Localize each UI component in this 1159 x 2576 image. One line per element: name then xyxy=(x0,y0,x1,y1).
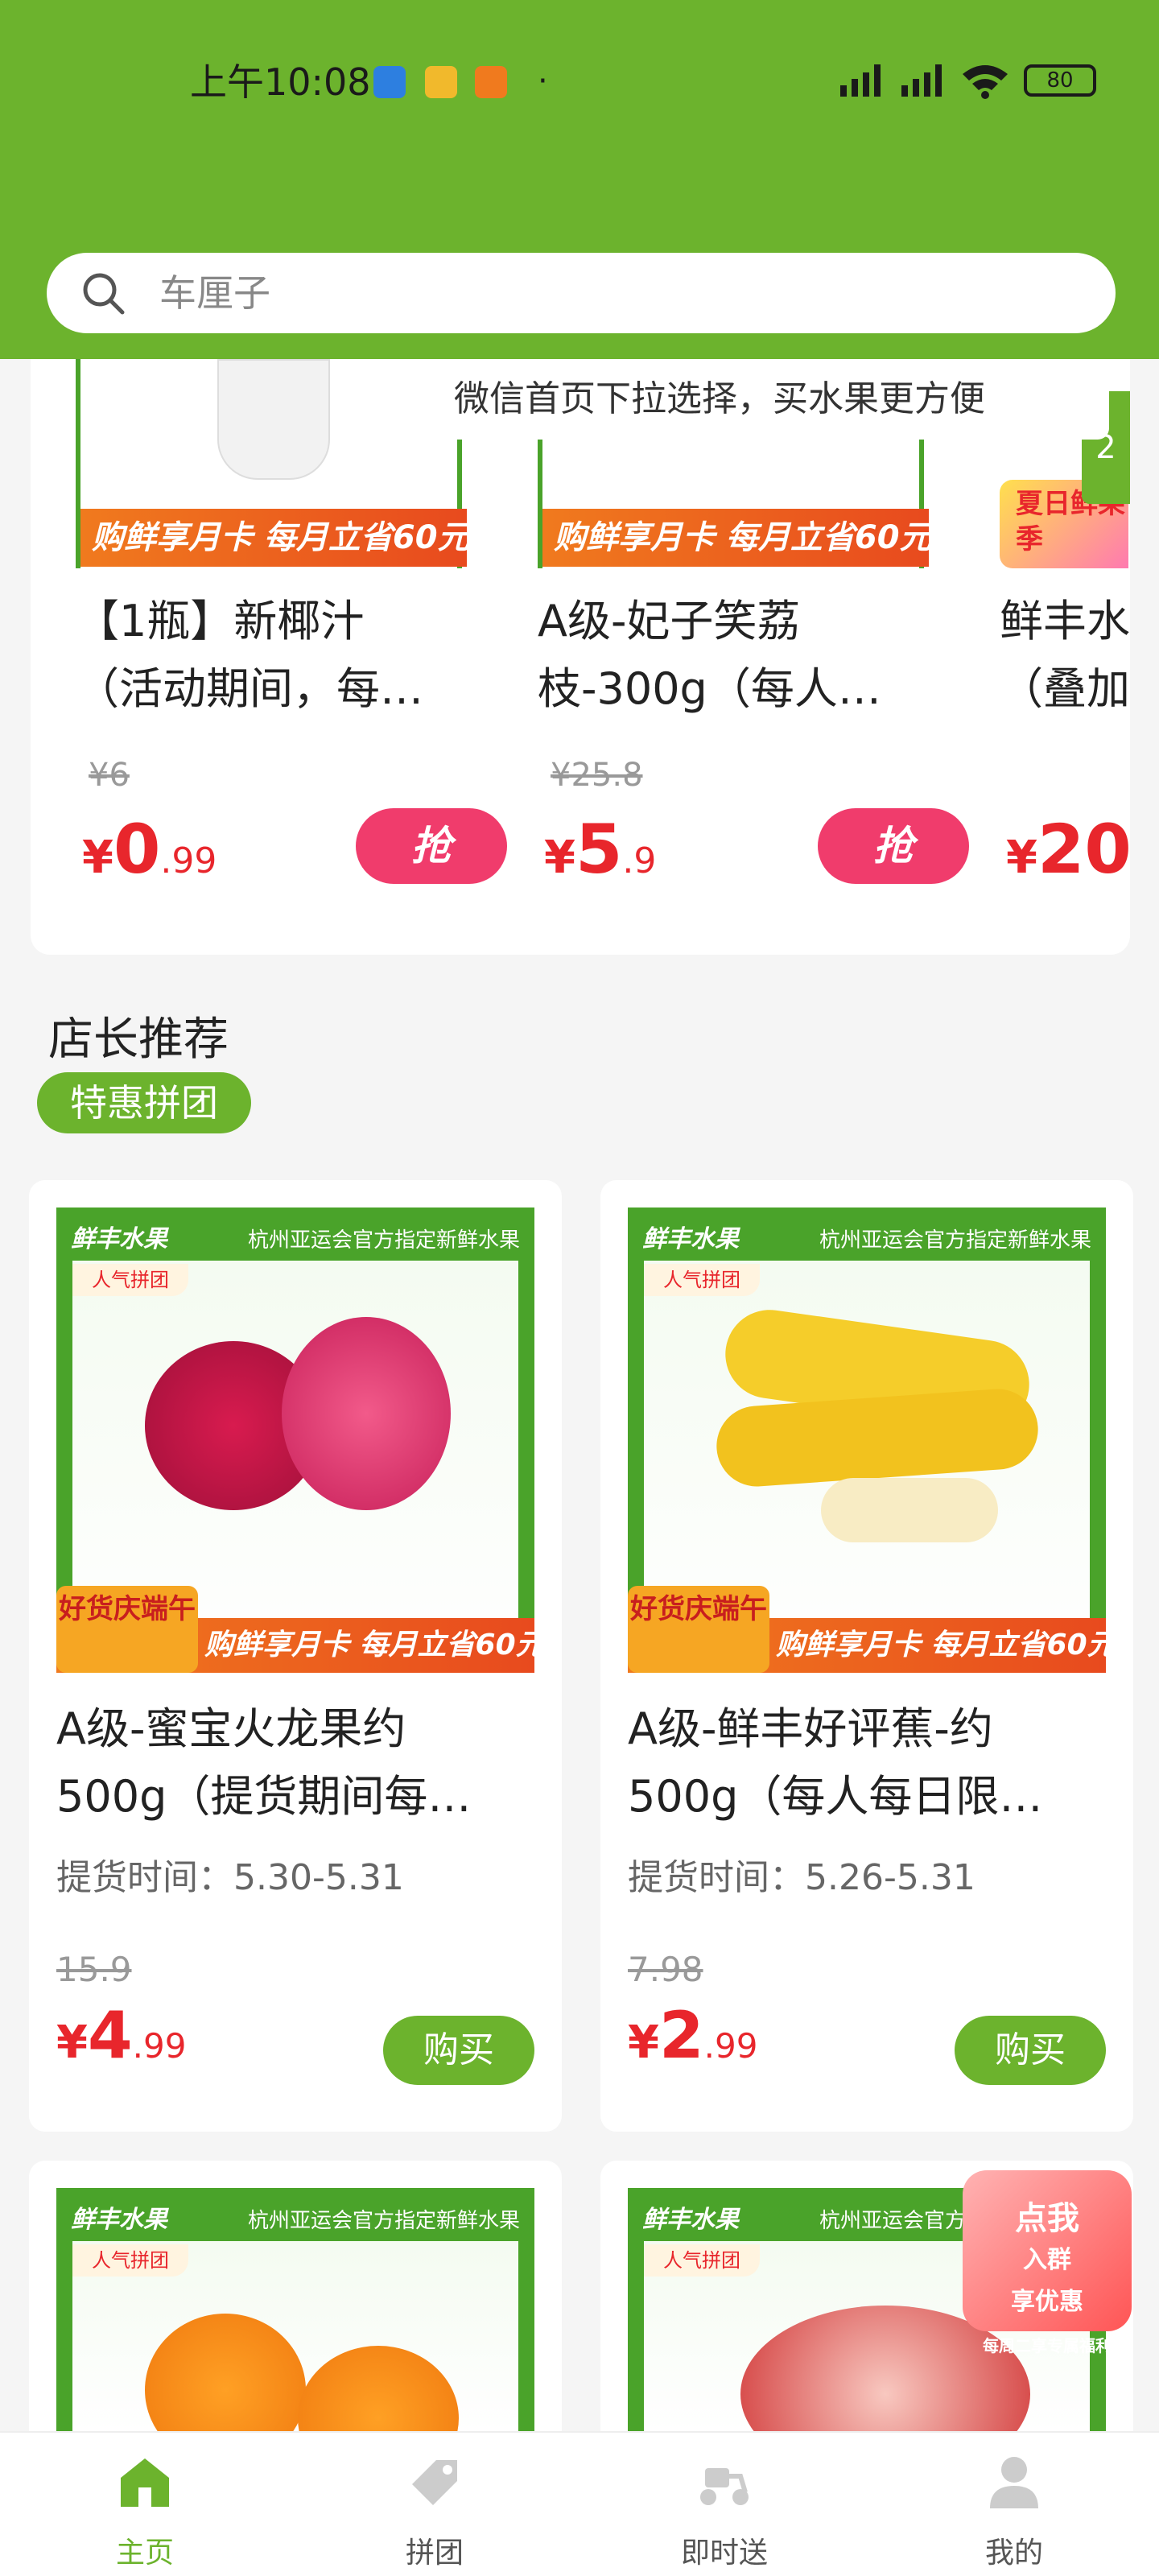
group-buy-tag: 人气拼团 xyxy=(72,2244,188,2277)
brand-slogan: 杭州亚运会官方指定新鲜水果 xyxy=(247,2209,520,2233)
search-bar[interactable] xyxy=(47,253,1116,333)
float-badge-line: 点我 xyxy=(1015,2200,1079,2237)
banana xyxy=(713,1386,1041,1489)
original-price: ¥25.8 xyxy=(551,757,643,794)
float-badge-line: 入群 xyxy=(1023,2246,1071,2274)
orange xyxy=(298,2346,459,2431)
product-card[interactable]: 鲜丰水果 杭州亚运会官方指定新鲜水果 人气拼团 xyxy=(29,2161,562,2431)
brand-logo: 鲜丰水果 xyxy=(71,1225,167,1253)
pickup-time: 提货时间：5.30-5.31 xyxy=(56,1857,404,1898)
banana-slices xyxy=(821,1478,998,1542)
product-name: 【1瓶】新椰汁 （活动期间，每… xyxy=(76,596,423,714)
join-group-float-button[interactable]: 点我 入群 享优惠 每周二享专属福利 xyxy=(963,2170,1132,2355)
buy-button[interactable]: 购买 xyxy=(955,2016,1106,2085)
product-image: 鲜丰水果 杭州亚运会官方指定新鲜水果 人气拼团 xyxy=(56,2188,534,2431)
status-time: 上午10:08 xyxy=(190,60,371,104)
section-title: 店长推荐 xyxy=(48,1013,229,1066)
product-card[interactable]: 鲜丰水果 杭州亚运会官方指定新鲜水果 人气拼团 购鲜享月卡 每月立省60元 好货… xyxy=(29,1180,562,2132)
signal-icon-2 xyxy=(901,64,942,97)
search-input[interactable] xyxy=(159,270,1045,316)
original-price: 7.98 xyxy=(628,1950,703,1989)
sale-price: ¥20 xyxy=(1006,810,1130,889)
brand-logo: 鲜丰水果 xyxy=(71,2206,167,2234)
battery-icon: 80 xyxy=(1024,64,1096,97)
scooter-icon xyxy=(700,2468,749,2505)
original-price: 15.9 xyxy=(56,1950,132,1989)
festival-badge: 好货庆端午 xyxy=(628,1586,769,1673)
home-icon xyxy=(121,2458,169,2507)
festival-badge: 好货庆端午 xyxy=(56,1586,198,1673)
user-icon xyxy=(990,2457,1038,2508)
status-bar: 上午10:08 · 80 xyxy=(0,0,1159,161)
brand-slogan: 杭州亚运会官方指定新鲜水果 xyxy=(247,1228,520,1253)
nav-label: 我的 xyxy=(984,2537,1043,2570)
sale-price: ¥2.99 xyxy=(628,1998,758,2073)
product-name: A级-鲜丰好评蕉-约 500g（每人每日限… xyxy=(628,1703,1043,1822)
nav-label: 拼团 xyxy=(405,2537,464,2570)
tag-icon xyxy=(412,2460,457,2505)
product-name: 鲜丰水 （叠加 xyxy=(1000,596,1130,714)
brand-logo: 鲜丰水果 xyxy=(642,1225,739,1253)
notification-gallery-icon xyxy=(425,66,457,98)
product-image: 购鲜享月卡 每月立省60元 xyxy=(76,359,467,568)
promo-banner: 购鲜享月卡 每月立省60元 xyxy=(542,509,929,567)
group-buy-tag: 人气拼团 xyxy=(644,1264,760,1296)
group-buy-tag: 人气拼团 xyxy=(644,2244,760,2277)
search-icon xyxy=(83,273,125,315)
float-badge-line: 享优惠 xyxy=(1011,2288,1083,2316)
product-name: A级-妃子笑荔 枝-300g（每人… xyxy=(538,596,881,714)
brand-logo: 鲜丰水果 xyxy=(642,2206,739,2234)
original-price: ¥6 xyxy=(89,757,130,794)
sale-price: ¥5.9 xyxy=(544,810,657,889)
nav-label: 主页 xyxy=(115,2537,174,2570)
app-header: 上午10:08 · 80 xyxy=(0,0,1159,359)
sale-price: ¥4.99 xyxy=(56,1998,187,2073)
section-tag[interactable]: 特惠拼团 xyxy=(37,1072,251,1133)
nav-home[interactable]: 主页 xyxy=(64,2452,225,2573)
product-card[interactable]: 鲜丰水果 杭州亚运会官方指定新鲜水果 人气拼团 购鲜享月卡 每月立省60元 好货… xyxy=(600,1180,1133,2132)
float-badge-line: 每周二享专属福利 xyxy=(983,2336,1112,2355)
orange xyxy=(145,2314,306,2431)
grab-button[interactable]: 抢 xyxy=(818,808,969,884)
nav-group-buy[interactable]: 拼团 xyxy=(354,2452,515,2573)
group-buy-tag: 人气拼团 xyxy=(72,1264,188,1296)
promo-banner: 购鲜享月卡 每月立省60元 xyxy=(80,509,467,567)
sale-price: ¥0.99 xyxy=(82,810,217,889)
nav-label: 即时送 xyxy=(680,2537,768,2570)
nav-instant-delivery[interactable]: 即时送 xyxy=(644,2452,805,2573)
grab-button[interactable]: 抢 xyxy=(356,808,507,884)
signal-icon xyxy=(840,64,881,97)
tip-bubble: 微信首页下拉选择，买水果更方便 xyxy=(409,359,1109,440)
nav-profile[interactable]: 我的 xyxy=(934,2452,1095,2573)
notification-mi-icon xyxy=(475,66,507,98)
wifi-icon xyxy=(963,65,1008,99)
product-image: 鲜丰水果 杭州亚运会官方指定新鲜水果 人气拼团 购鲜享月卡 每月立省60元 好货… xyxy=(628,1208,1116,1673)
notification-app-icon xyxy=(373,66,406,98)
flash-sale-strip: 购鲜享月卡 每月立省60元 【1瓶】新椰汁 （活动期间，每… ¥6 ¥0.99 … xyxy=(31,359,1130,955)
pickup-time: 提货时间：5.26-5.31 xyxy=(628,1857,975,1898)
more-notifications-icon: · xyxy=(538,63,548,100)
bottom-nav: 主页 拼团 即时送 我的 xyxy=(0,2431,1159,2576)
product-name: A级-蜜宝火龙果约 500g（提货期间每… xyxy=(56,1703,472,1822)
buy-button[interactable]: 购买 xyxy=(383,2016,534,2085)
brand-slogan: 杭州亚运会官方指定新鲜水果 xyxy=(819,1228,1091,1253)
dragon-fruit-whole xyxy=(282,1317,451,1510)
product-image: 鲜丰水果 杭州亚运会官方指定新鲜水果 人气拼团 购鲜享月卡 每月立省60元 好货… xyxy=(56,1208,545,1673)
